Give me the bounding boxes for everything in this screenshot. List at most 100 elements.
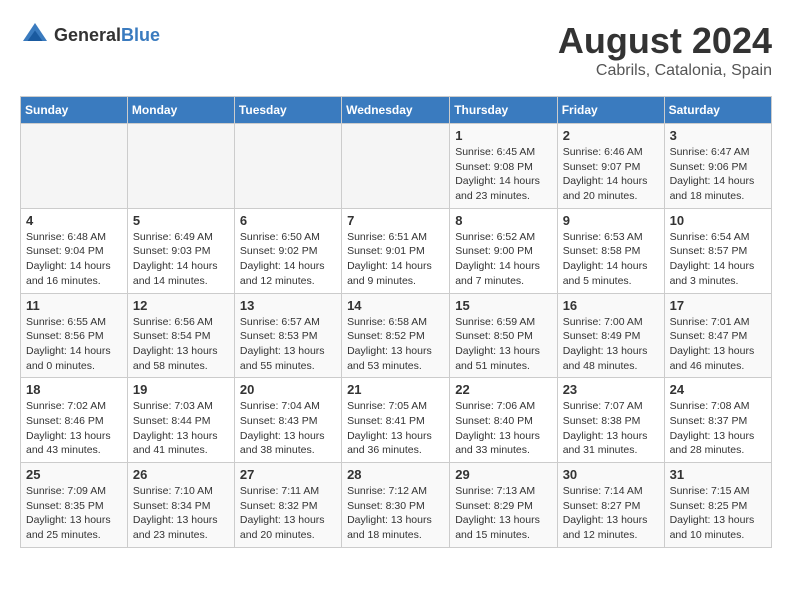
day-info: Sunrise: 6:50 AMSunset: 9:02 PMDaylight:…	[240, 230, 336, 289]
day-number: 1	[455, 128, 551, 143]
calendar-cell: 19Sunrise: 7:03 AMSunset: 8:44 PMDayligh…	[127, 378, 234, 463]
day-number: 31	[670, 467, 766, 482]
day-number: 12	[133, 298, 229, 313]
day-info: Sunrise: 6:59 AMSunset: 8:50 PMDaylight:…	[455, 315, 551, 374]
location: Cabrils, Catalonia, Spain	[558, 62, 772, 80]
calendar-header: Sunday Monday Tuesday Wednesday Thursday…	[21, 97, 772, 124]
calendar-cell: 30Sunrise: 7:14 AMSunset: 8:27 PMDayligh…	[557, 463, 664, 548]
calendar-cell: 20 Sunrise: 7:04 AMSunset: 8:43 PMDayligh…	[234, 378, 341, 463]
day-info: Sunrise: 7:13 AMSunset: 8:29 PMDaylight:…	[455, 484, 551, 543]
calendar-cell: 11 Sunrise: 6:55 AMSunset: 8:56 PMDayligh…	[21, 293, 128, 378]
day-info: Sunrise: 6:46 AMSunset: 9:07 PMDaylight:…	[563, 145, 659, 204]
day-number: 8	[455, 213, 551, 228]
day-number: 15	[455, 298, 551, 313]
calendar-week-2: 4 Sunrise: 6:48 AMSunset: 9:04 PMDaylight…	[21, 208, 772, 293]
day-info: Sunrise: 7:15 AMSunset: 8:25 PMDaylight:…	[670, 484, 766, 543]
day-number: 21	[347, 382, 444, 397]
day-info: Sunrise: 7:03 AMSunset: 8:44 PMDaylight:…	[133, 399, 229, 458]
calendar-cell: 7Sunrise: 6:51 AMSunset: 9:01 PMDaylight…	[342, 208, 450, 293]
calendar-cell: 2Sunrise: 6:46 AMSunset: 9:07 PMDaylight…	[557, 124, 664, 209]
day-info: Sunrise: 7:07 AMSunset: 8:38 PMDaylight:…	[563, 399, 659, 458]
title-block: August 2024 Cabrils, Catalonia, Spain	[558, 20, 772, 80]
day-info: Sunrise: 6:45 AMSunset: 9:08 PMDaylight:…	[455, 145, 551, 204]
day-header-row: Sunday Monday Tuesday Wednesday Thursday…	[21, 97, 772, 124]
day-info: Sunrise: 6:55 AMSunset: 8:56 PMDaylight:…	[26, 315, 122, 374]
calendar-cell: 23 Sunrise: 7:07 AMSunset: 8:38 PMDayligh…	[557, 378, 664, 463]
header-friday: Friday	[557, 97, 664, 124]
day-number: 9	[563, 213, 659, 228]
calendar-cell	[127, 124, 234, 209]
calendar-cell	[21, 124, 128, 209]
day-info: Sunrise: 6:51 AMSunset: 9:01 PMDaylight:…	[347, 230, 444, 289]
day-info: Sunrise: 7:09 AMSunset: 8:35 PMDaylight:…	[26, 484, 122, 543]
calendar-cell: 12 Sunrise: 6:56 AMSunset: 8:54 PMDayligh…	[127, 293, 234, 378]
calendar-week-1: 1 Sunrise: 6:45 AMSunset: 9:08 PMDaylight…	[21, 124, 772, 209]
day-info: Sunrise: 7:04 AMSunset: 8:43 PMDaylight:…	[240, 399, 336, 458]
day-number: 26	[133, 467, 229, 482]
calendar-cell: 14 Sunrise: 6:58 AMSunset: 8:52 PMDayligh…	[342, 293, 450, 378]
day-number: 10	[670, 213, 766, 228]
calendar-table: Sunday Monday Tuesday Wednesday Thursday…	[20, 96, 772, 548]
day-info: Sunrise: 6:58 AMSunset: 8:52 PMDaylight:…	[347, 315, 444, 374]
day-number: 17	[670, 298, 766, 313]
calendar-cell: 1 Sunrise: 6:45 AMSunset: 9:08 PMDaylight…	[450, 124, 557, 209]
calendar-cell: 17 Sunrise: 7:01 AMSunset: 8:47 PMDayligh…	[664, 293, 771, 378]
logo-blue: Blue	[121, 25, 160, 45]
day-info: Sunrise: 7:11 AMSunset: 8:32 PMDaylight:…	[240, 484, 336, 543]
day-info: Sunrise: 7:02 AMSunset: 8:46 PMDaylight:…	[26, 399, 122, 458]
day-number: 23	[563, 382, 659, 397]
day-info: Sunrise: 7:00 AMSunset: 8:49 PMDaylight:…	[563, 315, 659, 374]
calendar-cell: 8Sunrise: 6:52 AMSunset: 9:00 PMDaylight…	[450, 208, 557, 293]
day-number: 18	[26, 382, 122, 397]
logo-icon	[20, 20, 50, 50]
day-number: 16	[563, 298, 659, 313]
calendar-cell: 10Sunrise: 6:54 AMSunset: 8:57 PMDayligh…	[664, 208, 771, 293]
calendar-cell: 26 Sunrise: 7:10 AMSunset: 8:34 PMDayligh…	[127, 463, 234, 548]
day-number: 25	[26, 467, 122, 482]
day-number: 24	[670, 382, 766, 397]
day-number: 28	[347, 467, 444, 482]
logo: GeneralBlue	[20, 20, 160, 50]
calendar-cell: 16 Sunrise: 7:00 AMSunset: 8:49 PMDayligh…	[557, 293, 664, 378]
calendar-cell: 25 Sunrise: 7:09 AMSunset: 8:35 PMDayligh…	[21, 463, 128, 548]
day-info: Sunrise: 6:48 AMSunset: 9:04 PMDaylight:…	[26, 230, 122, 289]
day-number: 20	[240, 382, 336, 397]
calendar-week-4: 18 Sunrise: 7:02 AMSunset: 8:46 PMDayligh…	[21, 378, 772, 463]
calendar-cell: 21Sunrise: 7:05 AMSunset: 8:41 PMDayligh…	[342, 378, 450, 463]
day-info: Sunrise: 6:57 AMSunset: 8:53 PMDaylight:…	[240, 315, 336, 374]
day-info: Sunrise: 7:06 AMSunset: 8:40 PMDaylight:…	[455, 399, 551, 458]
header-thursday: Thursday	[450, 97, 557, 124]
calendar-cell	[342, 124, 450, 209]
page-header: GeneralBlue August 2024 Cabrils, Catalon…	[20, 20, 772, 80]
day-number: 4	[26, 213, 122, 228]
day-number: 11	[26, 298, 122, 313]
header-monday: Monday	[127, 97, 234, 124]
calendar-cell: 3 Sunrise: 6:47 AMSunset: 9:06 PMDaylight…	[664, 124, 771, 209]
day-number: 27	[240, 467, 336, 482]
day-number: 29	[455, 467, 551, 482]
day-number: 14	[347, 298, 444, 313]
day-info: Sunrise: 7:01 AMSunset: 8:47 PMDaylight:…	[670, 315, 766, 374]
calendar-body: 1 Sunrise: 6:45 AMSunset: 9:08 PMDaylight…	[21, 124, 772, 548]
day-info: Sunrise: 6:56 AMSunset: 8:54 PMDaylight:…	[133, 315, 229, 374]
calendar-cell: 18 Sunrise: 7:02 AMSunset: 8:46 PMDayligh…	[21, 378, 128, 463]
day-number: 6	[240, 213, 336, 228]
calendar-cell: 28 Sunrise: 7:12 AMSunset: 8:30 PMDayligh…	[342, 463, 450, 548]
calendar-cell: 6 Sunrise: 6:50 AMSunset: 9:02 PMDaylight…	[234, 208, 341, 293]
day-number: 22	[455, 382, 551, 397]
header-saturday: Saturday	[664, 97, 771, 124]
calendar-cell: 13Sunrise: 6:57 AMSunset: 8:53 PMDayligh…	[234, 293, 341, 378]
day-info: Sunrise: 7:10 AMSunset: 8:34 PMDaylight:…	[133, 484, 229, 543]
day-info: Sunrise: 6:47 AMSunset: 9:06 PMDaylight:…	[670, 145, 766, 204]
day-info: Sunrise: 7:08 AMSunset: 8:37 PMDaylight:…	[670, 399, 766, 458]
day-number: 3	[670, 128, 766, 143]
calendar-cell: 4 Sunrise: 6:48 AMSunset: 9:04 PMDaylight…	[21, 208, 128, 293]
day-number: 5	[133, 213, 229, 228]
header-tuesday: Tuesday	[234, 97, 341, 124]
header-sunday: Sunday	[21, 97, 128, 124]
header-wednesday: Wednesday	[342, 97, 450, 124]
calendar-cell: 22 Sunrise: 7:06 AMSunset: 8:40 PMDayligh…	[450, 378, 557, 463]
calendar-cell: 31 Sunrise: 7:15 AMSunset: 8:25 PMDayligh…	[664, 463, 771, 548]
logo-general: General	[54, 25, 121, 45]
day-info: Sunrise: 7:12 AMSunset: 8:30 PMDaylight:…	[347, 484, 444, 543]
